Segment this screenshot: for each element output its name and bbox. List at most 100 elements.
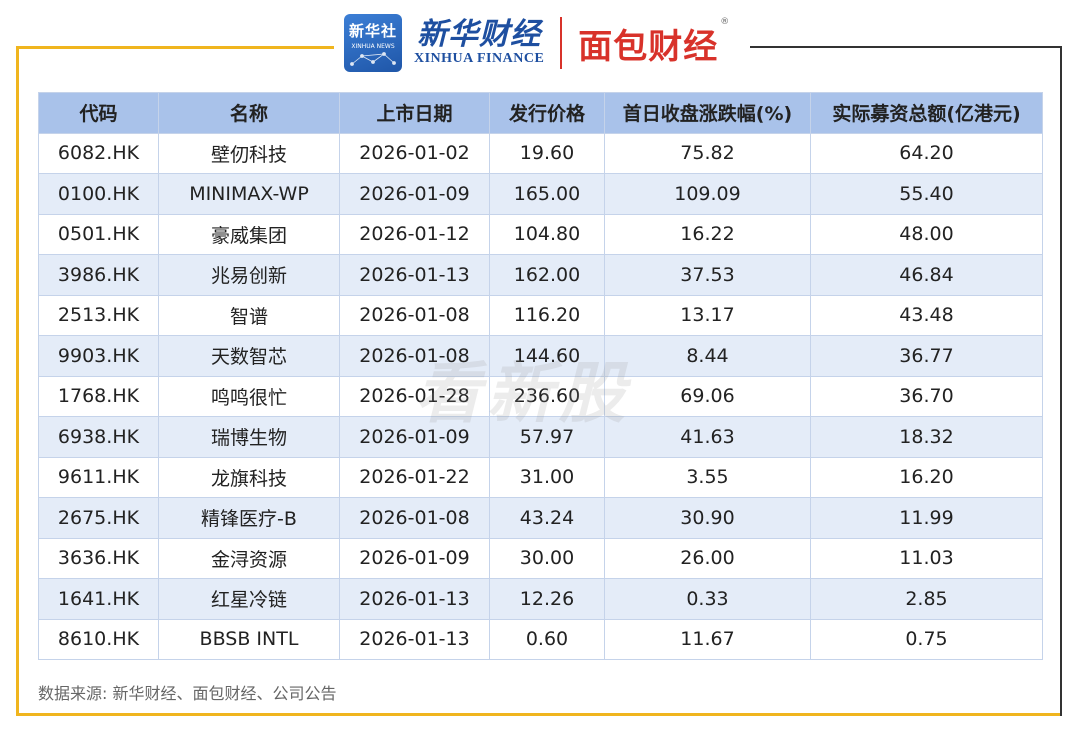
cell-listing-date: 2026-01-02 [339, 132, 490, 174]
cell-name: 鸣鸣很忙 [158, 375, 340, 417]
table-row: 6082.HK 壁仞科技 2026-01-02 19.60 75.82 64.2… [38, 132, 1043, 174]
xinhua-finance-cn: 新华财经 [417, 17, 542, 52]
cell-code: 9903.HK [38, 335, 159, 377]
frame-left-line [16, 46, 19, 716]
cell-issue-price: 19.60 [489, 132, 605, 174]
cell-first-day-change: 41.63 [604, 416, 811, 458]
table-row: 0501.HK 豪威集团 2026-01-12 104.80 16.22 48.… [38, 213, 1043, 255]
cell-issue-price: 43.24 [489, 497, 605, 539]
cell-code: 2513.HK [38, 294, 159, 336]
cell-listing-date: 2026-01-09 [339, 537, 490, 579]
ipo-table-container: 代码 名称 上市日期 发行价格 首日收盘涨跌幅(%) 实际募资总额(亿港元) 6… [38, 92, 1043, 660]
frame-bottom-line [16, 713, 1060, 716]
cell-code: 1641.HK [38, 578, 159, 620]
cell-funds-raised: 46.84 [810, 254, 1043, 296]
column-header-listing-date: 上市日期 [339, 92, 490, 134]
cell-first-day-change: 37.53 [604, 254, 811, 296]
cell-funds-raised: 36.70 [810, 375, 1043, 417]
cell-code: 0501.HK [38, 213, 159, 255]
table-header-row: 代码 名称 上市日期 发行价格 首日收盘涨跌幅(%) 实际募资总额(亿港元) [38, 92, 1043, 134]
table-row: 3986.HK 兆易创新 2026-01-13 162.00 37.53 46.… [38, 254, 1043, 296]
cell-code: 2675.HK [38, 497, 159, 539]
column-header-issue-price: 发行价格 [489, 92, 605, 134]
cell-issue-price: 236.60 [489, 375, 605, 417]
cell-code: 3636.HK [38, 537, 159, 579]
table-row: 9611.HK 龙旗科技 2026-01-22 31.00 3.55 16.20 [38, 456, 1043, 498]
logo-divider [560, 17, 563, 69]
cell-listing-date: 2026-01-13 [339, 578, 490, 620]
registered-mark: ® [720, 16, 731, 27]
table-row: 1641.HK 红星冷链 2026-01-13 12.26 0.33 2.85 [38, 578, 1043, 620]
cell-first-day-change: 3.55 [604, 456, 811, 498]
cell-name: 壁仞科技 [158, 132, 340, 174]
cell-issue-price: 144.60 [489, 335, 605, 377]
cell-listing-date: 2026-01-13 [339, 254, 490, 296]
cell-first-day-change: 11.67 [604, 618, 811, 660]
column-header-funds-raised: 实际募资总额(亿港元) [810, 92, 1043, 134]
cell-code: 1768.HK [38, 375, 159, 417]
cell-issue-price: 162.00 [489, 254, 605, 296]
cell-name: MINIMAX-WP [158, 173, 340, 215]
column-header-code: 代码 [38, 92, 159, 134]
column-header-name: 名称 [158, 92, 340, 134]
cell-code: 9611.HK [38, 456, 159, 498]
cell-listing-date: 2026-01-08 [339, 294, 490, 336]
table-body: 6082.HK 壁仞科技 2026-01-02 19.60 75.82 64.2… [38, 132, 1043, 660]
cell-funds-raised: 55.40 [810, 173, 1043, 215]
xinhua-news-logo: 新华社 XINHUA NEWS [344, 14, 402, 72]
cell-issue-price: 0.60 [489, 618, 605, 660]
cell-funds-raised: 11.99 [810, 497, 1043, 539]
cell-listing-date: 2026-01-09 [339, 416, 490, 458]
cell-name: 龙旗科技 [158, 456, 340, 498]
mianbao-logo-text: 面包财经 [578, 26, 719, 67]
cell-name: 智谱 [158, 294, 340, 336]
table-row: 2675.HK 精锋医疗-B 2026-01-08 43.24 30.90 11… [38, 497, 1043, 539]
cell-issue-price: 30.00 [489, 537, 605, 579]
cell-first-day-change: 30.90 [604, 497, 811, 539]
xinhua-finance-logo: 新华财经 XINHUA FINANCE [414, 19, 544, 67]
logo-bar: 新华社 XINHUA NEWS 新华财经 XINHUA FINANCE 面包财经… [344, 10, 729, 76]
data-source-note: 数据来源: 新华财经、面包财经、公司公告 [38, 684, 337, 703]
cell-listing-date: 2026-01-28 [339, 375, 490, 417]
table-row: 1768.HK 鸣鸣很忙 2026-01-28 236.60 69.06 36.… [38, 375, 1043, 417]
cell-code: 6938.HK [38, 416, 159, 458]
table-row: 0100.HK MINIMAX-WP 2026-01-09 165.00 109… [38, 173, 1043, 215]
cell-funds-raised: 16.20 [810, 456, 1043, 498]
network-icon [350, 52, 396, 66]
cell-funds-raised: 36.77 [810, 335, 1043, 377]
table-row: 8610.HK BBSB INTL 2026-01-13 0.60 11.67 … [38, 618, 1043, 660]
mianbao-finance-logo: 面包财经 ® [578, 17, 729, 68]
cell-funds-raised: 0.75 [810, 618, 1043, 660]
cell-first-day-change: 26.00 [604, 537, 811, 579]
cell-listing-date: 2026-01-12 [339, 213, 490, 255]
cell-listing-date: 2026-01-09 [339, 173, 490, 215]
cell-listing-date: 2026-01-13 [339, 618, 490, 660]
cell-funds-raised: 11.03 [810, 537, 1043, 579]
table-row: 6938.HK 瑞博生物 2026-01-09 57.97 41.63 18.3… [38, 416, 1043, 458]
cell-name: BBSB INTL [158, 618, 340, 660]
cell-name: 豪威集团 [158, 213, 340, 255]
cell-issue-price: 31.00 [489, 456, 605, 498]
cell-code: 3986.HK [38, 254, 159, 296]
xinhua-finance-en: XINHUA FINANCE [414, 51, 545, 66]
column-header-first-day-change: 首日收盘涨跌幅(%) [604, 92, 811, 134]
cell-first-day-change: 16.22 [604, 213, 811, 255]
cell-issue-price: 116.20 [489, 294, 605, 336]
cell-name: 金浔资源 [158, 537, 340, 579]
cell-first-day-change: 75.82 [604, 132, 811, 174]
cell-code: 8610.HK [38, 618, 159, 660]
cell-name: 瑞博生物 [158, 416, 340, 458]
table-row: 9903.HK 天数智芯 2026-01-08 144.60 8.44 36.7… [38, 335, 1043, 377]
frame-top-right-line [750, 46, 1062, 48]
cell-issue-price: 104.80 [489, 213, 605, 255]
cell-first-day-change: 8.44 [604, 335, 811, 377]
ipo-table: 代码 名称 上市日期 发行价格 首日收盘涨跌幅(%) 实际募资总额(亿港元) 6… [38, 92, 1043, 660]
cell-first-day-change: 13.17 [604, 294, 811, 336]
table-row: 2513.HK 智谱 2026-01-08 116.20 13.17 43.48 [38, 294, 1043, 336]
cell-issue-price: 165.00 [489, 173, 605, 215]
xinhua-badge-en: XINHUA NEWS [351, 43, 395, 50]
cell-issue-price: 57.97 [489, 416, 605, 458]
cell-funds-raised: 18.32 [810, 416, 1043, 458]
cell-listing-date: 2026-01-08 [339, 335, 490, 377]
cell-name: 精锋医疗-B [158, 497, 340, 539]
